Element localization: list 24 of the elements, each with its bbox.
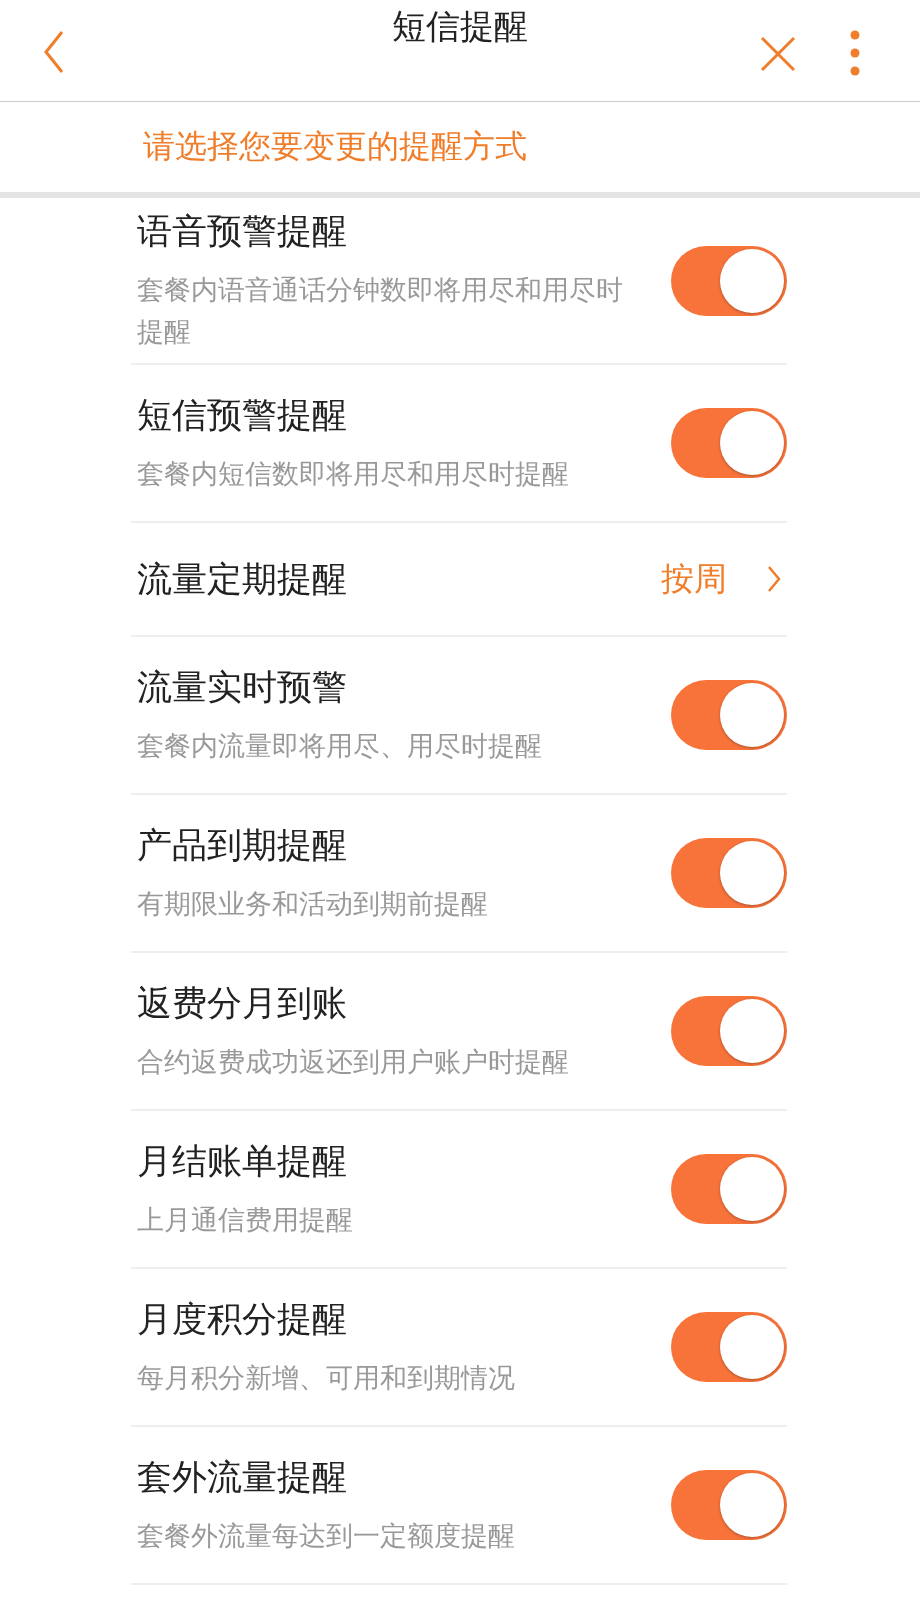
more-icon[interactable] xyxy=(850,30,860,76)
setting-description: 套餐内流量即将用尽、用尽时提醒 xyxy=(137,728,543,763)
setting-description: 套餐内语音通话分钟数即将用尽和用尽时提醒 xyxy=(137,273,624,349)
back-icon[interactable] xyxy=(42,30,66,74)
setting-description: 套餐内短信数即将用尽和用尽时提醒 xyxy=(137,456,570,491)
chevron-icon[interactable] xyxy=(767,565,781,593)
setting-description: 套餐外流量每达到一定额度提醒 xyxy=(137,1518,516,1553)
setting-description: 每月积分新增、可用和到期情况 xyxy=(137,1360,516,1395)
setting-title: 流量实时预警 xyxy=(137,665,348,709)
setting-title: 月度积分提醒 xyxy=(137,1297,348,1341)
setting-title: 短信预警提醒 xyxy=(137,393,348,437)
setting-title: 返费分月到账 xyxy=(137,981,348,1025)
setting-description: 上月通信费用提醒 xyxy=(137,1202,354,1237)
setting-title: 套外流量提醒 xyxy=(137,1455,348,1499)
prompt-text: 请选择您要变更的提醒方式 xyxy=(0,102,920,198)
close-icon[interactable] xyxy=(760,36,796,72)
setting-title: 产品到期提醒 xyxy=(137,823,348,867)
page-title: 短信提醒 xyxy=(392,5,528,48)
frequency-value[interactable]: 按周 xyxy=(661,556,727,602)
setting-description: 有期限业务和活动到期前提醒 xyxy=(137,886,489,921)
setting-title: 语音预警提醒 xyxy=(137,210,348,253)
setting-description: 合约返费成功返还到用户账户时提醒 xyxy=(137,1044,570,1079)
setting-title: 月结账单提醒 xyxy=(137,1139,348,1183)
setting-title: 流量定期提醒 xyxy=(137,557,348,601)
